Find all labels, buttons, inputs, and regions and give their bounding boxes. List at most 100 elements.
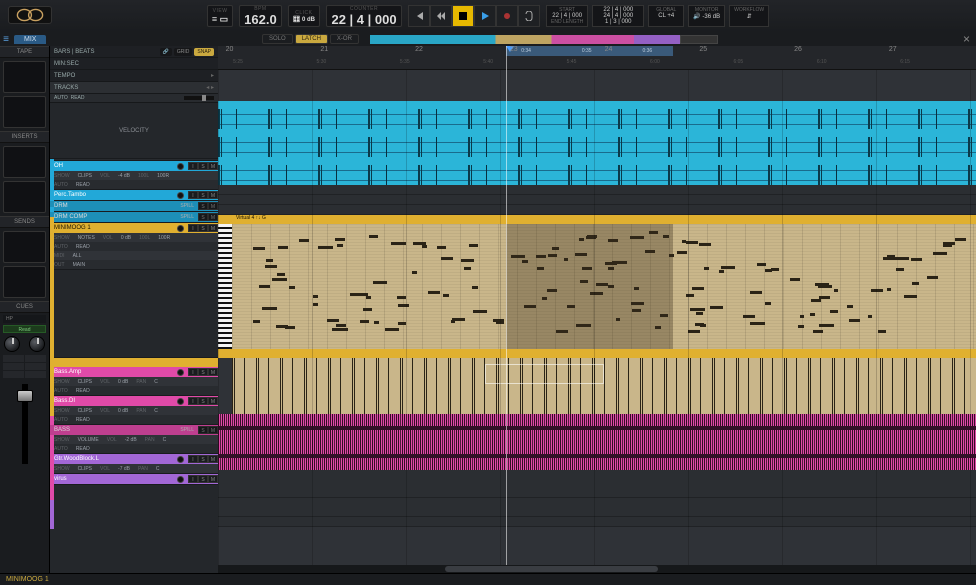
track-param-row[interactable]: AUTOREAD xyxy=(50,415,218,424)
midi-note[interactable] xyxy=(810,313,815,316)
track-header[interactable]: Bass.DIISMSHOWCLIPSVOL0 dBPANCAUTOREAD xyxy=(50,396,218,425)
solo-button[interactable]: SOLO xyxy=(262,34,293,44)
midi-note[interactable] xyxy=(374,321,379,324)
locator-values[interactable]: 22 | 4 | 000 24 | 4 | 000 1 | 3 | 000 xyxy=(592,5,644,27)
monitor-section[interactable]: MONITOR 🔊 -36 dB xyxy=(688,5,725,27)
track-m-button[interactable]: M xyxy=(208,202,218,210)
track-param-row[interactable]: SHOWCLIPSVOL-7 dBPANC xyxy=(50,464,218,473)
midi-note[interactable] xyxy=(699,243,712,246)
track-m-button[interactable]: M xyxy=(208,368,218,376)
close-icon[interactable]: × xyxy=(963,32,970,46)
midi-note[interactable] xyxy=(451,320,455,323)
global-section[interactable]: GLOBAL CL +4 xyxy=(648,5,684,27)
midi-note[interactable] xyxy=(896,268,904,271)
midi-note[interactable] xyxy=(253,320,259,323)
midi-note[interactable] xyxy=(955,238,967,241)
midi-note[interactable] xyxy=(818,285,832,288)
midi-note[interactable] xyxy=(266,259,274,262)
midi-note[interactable] xyxy=(878,330,886,333)
midi-note[interactable] xyxy=(700,324,706,327)
insert-slot-2[interactable] xyxy=(3,181,46,213)
track-s-button[interactable]: S xyxy=(198,397,208,405)
track-header[interactable]: OHISMSHOWCLIPSVOL-4 dB100L100RAUTOREAD xyxy=(50,161,218,190)
midi-note[interactable] xyxy=(750,322,765,325)
track-header[interactable]: DRM COMPSPILLSM xyxy=(50,212,218,223)
audio-clip[interactable] xyxy=(218,414,976,442)
track-i-button[interactable]: I xyxy=(188,224,198,232)
track-s-button[interactable]: S xyxy=(198,368,208,376)
playhead[interactable] xyxy=(506,46,507,573)
track-param-row[interactable]: SHOWCLIPSVOL0 dBPANC xyxy=(50,377,218,386)
midi-note[interactable] xyxy=(464,267,471,270)
midi-note[interactable] xyxy=(811,299,821,302)
bus-lane[interactable] xyxy=(218,498,976,517)
track-param-row[interactable]: AUTOREAD xyxy=(50,180,218,189)
send-slot[interactable] xyxy=(3,231,46,263)
audio-clip[interactable] xyxy=(218,157,976,185)
midi-note[interactable] xyxy=(443,294,449,297)
track-header[interactable]: MINIMOOG 1ISMSHOWNOTESVOL0 dB100L100RAUT… xyxy=(50,223,218,270)
track-header[interactable]: virusISM xyxy=(50,474,218,485)
midi-note[interactable] xyxy=(259,285,270,288)
track-m-button[interactable]: M xyxy=(208,224,218,232)
transpose-icon[interactable]: ↑↓ xyxy=(256,215,261,221)
stop-button[interactable] xyxy=(452,5,474,27)
midi-note[interactable] xyxy=(262,307,276,310)
send-slot-2[interactable] xyxy=(3,266,46,298)
track-i-button[interactable]: I xyxy=(188,162,198,170)
midi-note[interactable] xyxy=(289,286,295,289)
track-s-button[interactable]: S xyxy=(198,426,208,434)
track-m-button[interactable]: M xyxy=(208,397,218,405)
midi-note[interactable] xyxy=(904,295,917,298)
goto-start-button[interactable] xyxy=(408,5,430,27)
pan-knob[interactable] xyxy=(4,336,20,352)
bus-lane[interactable] xyxy=(218,517,976,527)
record-arm-button[interactable] xyxy=(177,476,184,483)
midi-note[interactable] xyxy=(469,244,478,247)
midi-note[interactable] xyxy=(398,304,408,307)
midi-note[interactable] xyxy=(757,263,766,266)
track-m-button[interactable]: M xyxy=(208,162,218,170)
record-arm-button[interactable] xyxy=(177,225,184,232)
midi-note[interactable] xyxy=(692,287,704,290)
insert-slot[interactable] xyxy=(3,146,46,178)
midi-note[interactable] xyxy=(682,240,686,243)
audio-clip[interactable] xyxy=(218,129,976,157)
midi-note[interactable] xyxy=(337,244,343,247)
midi-clip[interactable]: Virtual 4 ↑↓ G xyxy=(218,215,976,349)
midi-note[interactable] xyxy=(677,251,687,254)
midi-selection[interactable] xyxy=(506,224,673,349)
midi-note[interactable] xyxy=(391,242,406,245)
track-m-button[interactable]: M xyxy=(208,191,218,199)
tape-slot-2[interactable] xyxy=(3,96,46,128)
track-param-row[interactable]: AUTOREAD xyxy=(50,444,218,453)
record-arm-button[interactable] xyxy=(177,456,184,463)
midi-note[interactable] xyxy=(813,330,824,333)
midi-note[interactable] xyxy=(943,244,952,247)
midi-note[interactable] xyxy=(437,246,446,249)
midi-note[interactable] xyxy=(933,252,947,255)
track-header[interactable]: Gtr.WoodBlock.LISMSHOWCLIPSVOL-7 dBPANC xyxy=(50,454,218,474)
midi-note[interactable] xyxy=(496,321,504,324)
midi-note[interactable] xyxy=(686,241,698,244)
audio-clip[interactable] xyxy=(218,101,976,129)
ruler-mode-minsec[interactable]: MIN:SEC xyxy=(50,58,218,70)
track-i-button[interactable]: I xyxy=(188,455,198,463)
track-i-button[interactable]: I xyxy=(188,191,198,199)
track-param-row[interactable]: AUTOREAD xyxy=(50,386,218,395)
midi-note[interactable] xyxy=(790,278,800,281)
midi-note[interactable] xyxy=(397,296,406,299)
track-s-button[interactable]: S xyxy=(198,162,208,170)
counter-display[interactable]: COUNTER 22 | 4 | 000 xyxy=(326,5,402,27)
workflow-section[interactable]: WORKFLOW ⇵ xyxy=(729,5,769,27)
midi-note[interactable] xyxy=(911,258,922,261)
channel-fader[interactable] xyxy=(22,384,28,464)
midi-note[interactable] xyxy=(332,328,348,331)
tab-mix[interactable]: MIX xyxy=(14,35,46,44)
midi-note[interactable] xyxy=(327,319,339,322)
bus-lane[interactable] xyxy=(218,185,976,195)
midi-note[interactable] xyxy=(765,269,772,272)
global-auto-row[interactable]: AUTO READ xyxy=(50,94,218,103)
track-param-row[interactable]: SHOWNOTESVOL0 dB100L100R xyxy=(50,233,218,242)
midi-note[interactable] xyxy=(686,294,694,297)
